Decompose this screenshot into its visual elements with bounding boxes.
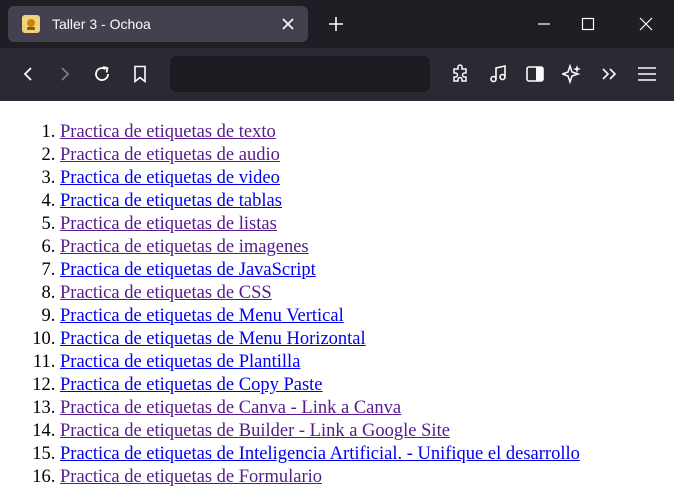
maximize-icon[interactable] (574, 10, 602, 38)
extensions-icon[interactable] (447, 60, 475, 88)
link-copy-paste[interactable]: Practica de etiquetas de Copy Paste (60, 375, 323, 395)
tab-bar: Taller 3 - Ochoa (0, 0, 674, 48)
link-builder[interactable]: Practica de etiquetas de Builder - Link … (60, 421, 450, 441)
list-item: Practica de etiquetas de Formulario (60, 466, 580, 489)
list-item: Practica de etiquetas de CSS (60, 282, 580, 305)
minimize-icon[interactable] (530, 10, 558, 38)
list-item: Practica de etiquetas de tablas (60, 190, 580, 213)
link-formulario[interactable]: Practica de etiquetas de Formulario (60, 467, 322, 487)
address-bar[interactable] (170, 56, 430, 92)
link-texto[interactable]: Practica de etiquetas de texto (60, 122, 276, 142)
list-item: Practica de etiquetas de imagenes (60, 236, 580, 259)
list-item: Practica de etiquetas de Inteligencia Ar… (60, 443, 580, 466)
navigation-toolbar (0, 48, 674, 101)
hamburger-menu-icon[interactable] (633, 60, 661, 88)
link-listas[interactable]: Practica de etiquetas de listas (60, 214, 277, 234)
forward-arrow-icon[interactable] (51, 60, 79, 88)
list-item: Practica de etiquetas de video (60, 167, 580, 190)
tab-title: Taller 3 - Ochoa (52, 16, 151, 32)
close-tab-icon[interactable] (276, 12, 300, 36)
list-item: Practica de etiquetas de Builder - Link … (60, 420, 580, 443)
list-item: Practica de etiquetas de listas (60, 213, 580, 236)
list-item: Practica de etiquetas de Copy Paste (60, 374, 580, 397)
link-imagenes[interactable]: Practica de etiquetas de imagenes (60, 237, 309, 257)
overflow-chevrons-icon[interactable] (595, 60, 623, 88)
browser-chrome: Taller 3 - Ochoa (0, 0, 674, 101)
link-inteligencia-artificial[interactable]: Practica de etiquetas de Inteligencia Ar… (60, 444, 580, 464)
new-tab-icon[interactable] (324, 12, 348, 36)
list-item: Practica de etiquetas de texto (60, 121, 580, 144)
link-plantilla[interactable]: Practica de etiquetas de Plantilla (60, 352, 300, 372)
back-arrow-icon[interactable] (14, 60, 42, 88)
link-javascript[interactable]: Practica de etiquetas de JavaScript (60, 260, 316, 280)
list-item: Practica de etiquetas de Menu Horizontal (60, 328, 580, 351)
ai-sparkle-icon[interactable] (558, 60, 586, 88)
link-menu-vertical[interactable]: Practica de etiquetas de Menu Vertical (60, 306, 344, 326)
link-canva[interactable]: Practica de etiquetas de Canva - Link a … (60, 398, 401, 418)
music-note-icon[interactable] (484, 60, 512, 88)
link-menu-horizontal[interactable]: Practica de etiquetas de Menu Horizontal (60, 329, 366, 349)
favicon-icon (22, 15, 40, 33)
link-tablas[interactable]: Practica de etiquetas de tablas (60, 191, 282, 211)
list-item: Practica de etiquetas de JavaScript (60, 259, 580, 282)
list-item: Practica de etiquetas de Plantilla (60, 351, 580, 374)
list-item: Practica de etiquetas de Canva - Link a … (60, 397, 580, 420)
list-item: Practica de etiquetas de audio (60, 144, 580, 167)
reload-icon[interactable] (88, 60, 116, 88)
sidebar-icon[interactable] (521, 60, 549, 88)
window-close-icon[interactable] (632, 10, 660, 38)
practice-links-list: Practica de etiquetas de texto Practica … (60, 121, 580, 489)
list-item: Practica de etiquetas de Menu Vertical (60, 305, 580, 328)
page-content: Practica de etiquetas de texto Practica … (0, 101, 674, 501)
link-css[interactable]: Practica de etiquetas de CSS (60, 283, 272, 303)
tab-active[interactable]: Taller 3 - Ochoa (8, 6, 308, 42)
link-video[interactable]: Practica de etiquetas de video (60, 168, 280, 188)
link-audio[interactable]: Practica de etiquetas de audio (60, 145, 280, 165)
bookmark-icon[interactable] (126, 60, 154, 88)
